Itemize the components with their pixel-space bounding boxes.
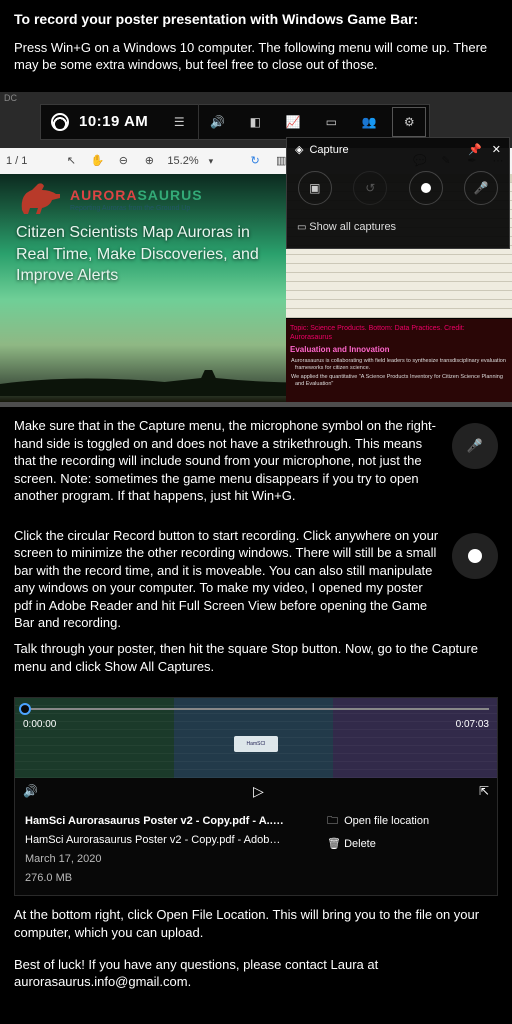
- adobe-dc-label: DC: [4, 92, 17, 104]
- xbox-icon[interactable]: [51, 113, 69, 131]
- gamebar-clock: 10:19 AM: [79, 112, 148, 132]
- brand-part-b: SAURUS: [137, 187, 202, 203]
- pin-icon[interactable]: 📌: [468, 143, 482, 158]
- delete-file[interactable]: 🗑 Delete: [327, 837, 487, 852]
- zoom-in-icon[interactable]: ⊕: [141, 154, 157, 169]
- delete-label: Delete: [344, 838, 376, 850]
- record-last-button: ↺: [353, 171, 387, 205]
- record-callout-icon: [452, 533, 498, 579]
- closing-email: aurorasaurus.info@gmail.com.: [14, 973, 498, 991]
- page-title: To record your poster presentation with …: [14, 10, 498, 29]
- play-icon[interactable]: ▷: [38, 782, 479, 801]
- intro-text: Press Win+G on a Windows 10 computer. Th…: [14, 39, 498, 74]
- widgets-icon[interactable]: ☰: [160, 104, 198, 140]
- volume-icon[interactable]: 🔊: [23, 783, 38, 799]
- poster-title: Citizen Scientists Map Auroras in Real T…: [16, 222, 276, 287]
- close-icon[interactable]: ✕: [492, 143, 501, 158]
- side-bullet: We applied the quantitative "A Science P…: [295, 374, 508, 389]
- trash-icon: 🗑: [327, 837, 341, 852]
- file-name-1: HamSci Aurorasaurus Poster v2 - Copy.pdf…: [25, 815, 284, 827]
- file-name-2: HamSci Aurorasaurus Poster v2 - Copy.pdf…: [25, 833, 285, 848]
- gamebar-window: 10:19 AM ☰ 🔊 ◧ 📈 ▭ 👥 ⚙: [40, 104, 430, 140]
- overlay-icon[interactable]: ▭: [312, 104, 350, 140]
- time-end: 0:07:03: [456, 718, 489, 732]
- shield-icon: ◈: [295, 143, 303, 158]
- thumb-logo: HamSCI: [234, 736, 278, 752]
- capture-panel: ◈ Capture 📌 ✕ ▣ ↺ 🎤 Show all captures: [286, 137, 510, 249]
- performance-icon[interactable]: 📈: [274, 104, 312, 140]
- bottom-paragraph: At the bottom right, click Open File Loc…: [14, 906, 498, 941]
- rotate-icon[interactable]: ↻: [247, 154, 263, 169]
- stop-paragraph: Talk through your poster, then hit the s…: [14, 640, 498, 675]
- time-start: 0:00:00: [23, 718, 56, 732]
- mic-paragraph: Make sure that in the Capture menu, the …: [14, 417, 442, 505]
- side-top-header: Topic: Science Products. Bottom: Data Pr…: [290, 324, 508, 343]
- hand-icon[interactable]: ✋: [89, 154, 105, 169]
- brand-part-a: AURORA: [70, 187, 137, 203]
- closing-line-1: Best of luck! If you have any questions,…: [14, 956, 498, 974]
- capture-widget-icon[interactable]: ◧: [236, 104, 274, 140]
- zoom-value[interactable]: 15.2%: [167, 154, 198, 169]
- pointer-icon[interactable]: ↖: [63, 154, 79, 169]
- folder-icon: 🗀: [327, 814, 341, 829]
- xbox-social-icon[interactable]: 👥: [350, 104, 388, 140]
- file-date: March 17, 2020: [25, 852, 327, 867]
- mic-button[interactable]: 🎤: [464, 171, 498, 205]
- poster-logo: AURORASAURUS Reporting Auroras from the …: [70, 186, 203, 213]
- progress-knob[interactable]: [19, 703, 31, 715]
- video-thumbnail[interactable]: 0:00:00 0:07:03 HamSCI: [15, 698, 497, 778]
- screenshot-playback: 0:00:00 0:07:03 HamSCI 🔊 ▷ ⇱ HamSci Auro…: [14, 697, 498, 896]
- open-file-label: Open file location: [344, 815, 429, 827]
- screenshot-button[interactable]: ▣: [298, 171, 332, 205]
- page-indicator: 1 / 1: [6, 154, 27, 169]
- capture-title: Capture: [309, 143, 348, 158]
- brand-sub: Reporting Auroras from the Ground Up: [70, 204, 203, 213]
- record-paragraph: Click the circular Record button to star…: [14, 527, 442, 632]
- settings-icon[interactable]: ⚙: [392, 107, 426, 137]
- audio-icon[interactable]: 🔊: [198, 104, 236, 140]
- show-all-captures[interactable]: Show all captures: [287, 214, 509, 241]
- side-eval-heading: Evaluation and Innovation: [290, 345, 508, 356]
- progress-bar[interactable]: [23, 708, 489, 710]
- zoom-out-icon[interactable]: ⊖: [115, 154, 131, 169]
- dino-logo-icon: [16, 180, 66, 216]
- export-icon[interactable]: ⇱: [479, 783, 489, 799]
- screenshot-gamebar: DC 10:19 AM ☰ 🔊 ◧ 📈 ▭ 👥 ⚙ 1 / 1 ↖ ✋ ⊖ ⊕ …: [0, 92, 512, 407]
- side-bullet: Aurorasaurus is collaborating with field…: [295, 358, 508, 373]
- record-button[interactable]: [409, 171, 443, 205]
- mic-callout-icon: 🎤: [452, 423, 498, 469]
- file-size: 276.0 MB: [25, 871, 327, 886]
- open-file-location[interactable]: 🗀 Open file location: [327, 814, 487, 829]
